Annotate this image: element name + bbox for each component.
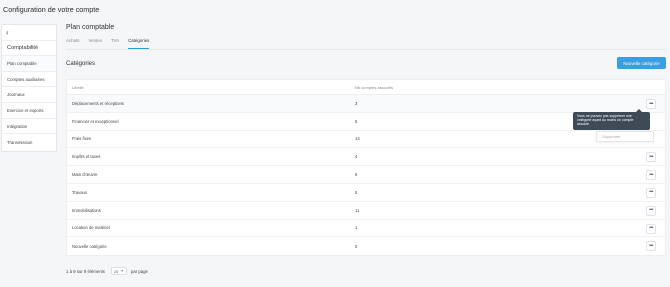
sidebar-item-comptes-auxiliaires[interactable]: Comptes auxiliaires (2, 72, 56, 88)
sidebar-item-integration[interactable]: Intégration (2, 119, 56, 135)
ellipsis-icon: ••• (649, 189, 653, 196)
section-title: Catégories (66, 61, 96, 67)
row-actions-button[interactable]: ••• (646, 152, 656, 163)
ellipsis-icon: ••• (649, 100, 653, 107)
ellipsis-icon: ••• (649, 153, 653, 160)
row-label: Déplacements et réceptions (72, 100, 124, 106)
tab-divider (66, 48, 666, 50)
sidebar-section-title: Comptabilité (2, 41, 56, 56)
chevron-down-icon: ▼ (120, 269, 124, 273)
ellipsis-icon: ••• (649, 171, 653, 178)
tab-ventes[interactable]: Ventes (88, 38, 101, 49)
row-count: 1 (355, 225, 358, 231)
table-row: Immobilisations 11 ••• (67, 202, 665, 220)
row-count: 4 (355, 154, 358, 160)
row-label: Frais fixes (72, 136, 92, 142)
row-count: 0 (355, 243, 358, 249)
sidebar-item-journaux[interactable]: Journaux (2, 87, 56, 104)
chevron-left-icon: ‹ (6, 28, 9, 37)
sidebar: ‹ Comptabilité Plan comptable Comptes au… (1, 24, 57, 152)
row-actions-button[interactable]: ••• (646, 99, 656, 109)
row-label: Financier et exceptionnel (72, 118, 119, 124)
sidebar-item-transmission[interactable]: Transmission (2, 134, 56, 150)
table-row: Frais fixes 14 (67, 131, 665, 149)
categories-table: Libellé Nb comptes associés Déplacements… (66, 79, 666, 257)
tab-achats[interactable]: Achats (66, 38, 79, 49)
row-label: Immobilisations (72, 207, 101, 213)
row-count: 5 (355, 189, 358, 195)
table-row: Main d'œuvre 6 ••• (67, 166, 665, 184)
column-header-count: Nb comptes associés (355, 84, 394, 90)
pagination-summary: 1 à 9 sur 9 éléments (66, 268, 105, 274)
column-header-label: Libellé (72, 84, 84, 90)
row-actions-button[interactable]: ••• (646, 205, 656, 216)
tab-categories[interactable]: Catégories (128, 38, 150, 49)
back-button[interactable]: ‹ (2, 25, 56, 41)
table-row: Nouvelle catégorie 0 ••• (67, 237, 665, 255)
tab-tva[interactable]: TVA (111, 38, 119, 49)
per-page-value: 25 (113, 268, 119, 274)
per-page-select[interactable]: 25 ▼ (110, 267, 127, 275)
row-actions-button[interactable]: ••• (646, 241, 656, 252)
row-label: Travaux (72, 189, 87, 195)
row-label: Impôts et taxes (72, 154, 101, 160)
per-page-label: par page (130, 268, 148, 274)
row-count: 11 (355, 207, 360, 213)
row-actions-button[interactable]: ••• (646, 187, 656, 198)
table-row: Location de matériel 1 ••• (67, 220, 665, 238)
page-title: Configuration de votre compte (3, 5, 100, 14)
row-label: Location de matériel (72, 225, 110, 231)
sidebar-item-exercice-exports[interactable]: Exercice et exports (2, 103, 56, 119)
table-row: Déplacements et réceptions 3 ••• (67, 95, 665, 113)
table-header: Libellé Nb comptes associés (67, 80, 665, 95)
row-label: Main d'œuvre (72, 172, 98, 178)
table-row: Travaux 5 ••• (67, 184, 665, 202)
tab-bar: Achats Ventes TVA Catégories (66, 38, 150, 49)
row-actions-button[interactable]: ••• (646, 223, 656, 234)
menu-item-delete[interactable]: Supprimer (602, 134, 620, 139)
sidebar-item-plan-comptable[interactable]: Plan comptable (2, 56, 56, 72)
row-label: Nouvelle catégorie (72, 243, 107, 249)
ellipsis-icon: ••• (649, 242, 653, 249)
row-actions-button[interactable]: ••• (646, 170, 656, 181)
main-title: Plan comptable (66, 24, 115, 31)
pagination: 1 à 9 sur 9 éléments 25 ▼ par page (66, 267, 148, 275)
row-count: 3 (355, 100, 358, 106)
delete-disabled-tooltip: Vous ne pouvez pas supprimer une catégor… (573, 109, 650, 130)
new-category-button[interactable]: Nouvelle catégorie (617, 57, 666, 69)
row-count: 6 (355, 172, 358, 178)
table-row: Impôts et taxes 4 ••• (67, 148, 665, 167)
ellipsis-icon: ••• (649, 207, 653, 214)
row-actions-menu: Supprimer (596, 131, 654, 142)
ellipsis-icon: ••• (649, 225, 653, 232)
